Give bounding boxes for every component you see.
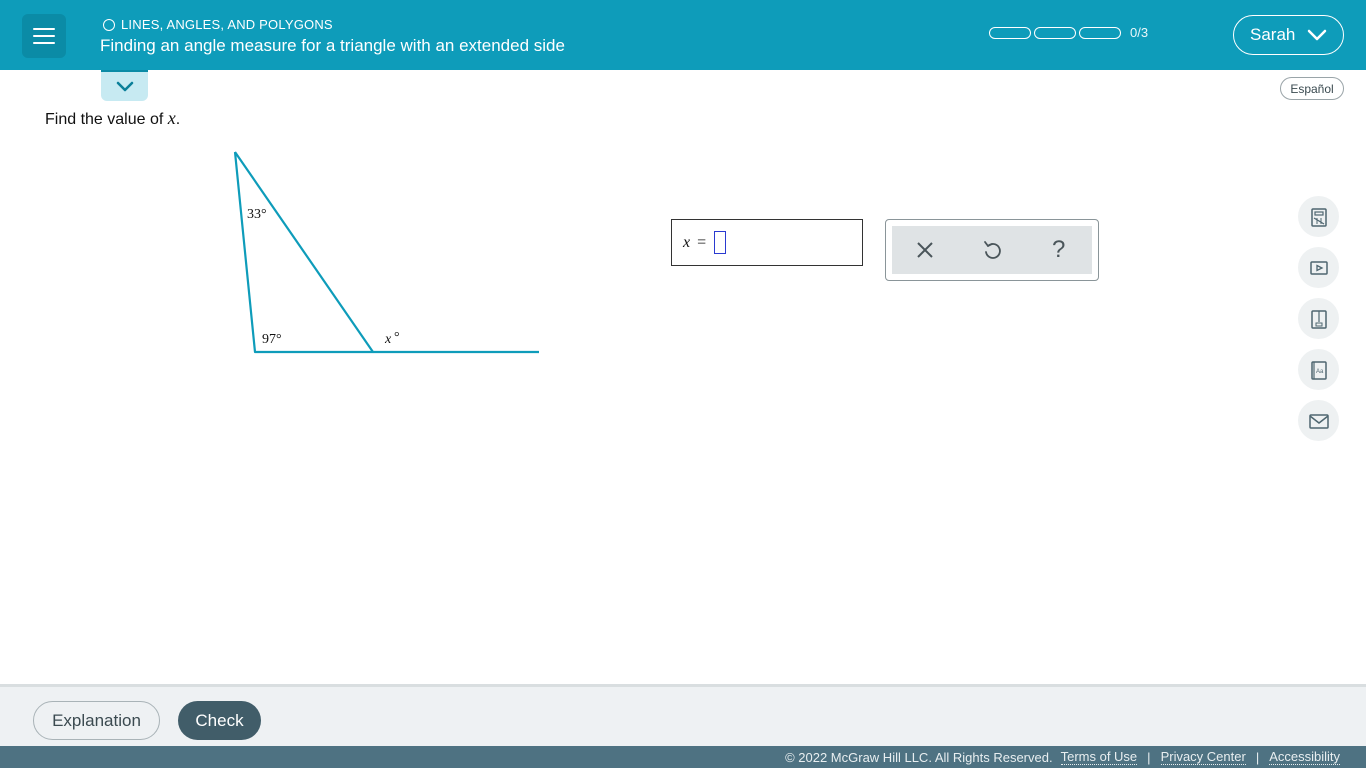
progress-segment	[989, 26, 1031, 39]
angle-label-exterior-deg: °	[394, 330, 400, 345]
topic-progress-icon	[103, 18, 115, 31]
menu-icon-line	[33, 35, 55, 37]
answer-equals: =	[697, 233, 707, 251]
textbook-icon	[1310, 309, 1327, 329]
clear-button[interactable]	[907, 232, 943, 268]
footer-separator: |	[1147, 749, 1151, 765]
glossary-button[interactable]: Aa	[1298, 349, 1339, 390]
footer-separator: |	[1255, 749, 1260, 765]
undo-icon	[984, 241, 1001, 259]
page-title: Finding an angle measure for a triangle …	[100, 36, 565, 55]
menu-button[interactable]	[22, 14, 66, 58]
chevron-down-icon	[1308, 29, 1327, 41]
answer-variable: x	[683, 233, 691, 251]
language-toggle-button[interactable]: Español	[1280, 77, 1344, 100]
angle-label-bottom-left: 97°	[262, 332, 282, 347]
menu-icon-line	[33, 28, 55, 30]
explanation-button[interactable]: Explanation	[33, 701, 160, 740]
answer-toolbar: ?	[892, 226, 1092, 274]
triangle-outline	[233, 151, 375, 354]
angle-label-top: 33°	[247, 207, 267, 222]
help-icon: ?	[1051, 236, 1066, 263]
calculator-icon	[1310, 207, 1327, 227]
undo-button[interactable]	[974, 232, 1010, 268]
header: LINES, ANGLES, AND POLYGONS Finding an a…	[0, 0, 1366, 70]
help-button[interactable]: ?	[1041, 232, 1077, 268]
progress-indicator: 0/3	[989, 25, 1148, 40]
app: LINES, ANGLES, AND POLYGONS Finding an a…	[0, 0, 1366, 768]
triangle-diagram: 33° 97° x °	[233, 151, 539, 354]
mail-icon	[1308, 413, 1329, 429]
collapse-header-button[interactable]	[101, 70, 148, 101]
answer-input[interactable]: x =	[671, 219, 863, 266]
accessibility-link[interactable]: Accessibility	[1269, 749, 1340, 765]
problem-prompt: Find the value of x.	[45, 108, 180, 129]
user-name: Sarah	[1250, 25, 1296, 44]
copyright-text: © 2022 McGraw Hill LLC. All Rights Reser…	[785, 749, 1053, 765]
progress-count: 0/3	[1130, 25, 1149, 40]
legal-footer: © 2022 McGraw Hill LLC. All Rights Reser…	[0, 746, 1366, 768]
message-button[interactable]	[1298, 400, 1339, 441]
angle-label-exterior-var: x	[384, 332, 392, 347]
progress-segment	[1079, 26, 1121, 39]
topic-text: LINES, ANGLES, AND POLYGONS	[121, 17, 333, 32]
close-icon	[917, 242, 934, 258]
answer-entry-cursor[interactable]	[714, 231, 727, 254]
prompt-variable: x	[167, 108, 176, 128]
chevron-down-icon	[116, 81, 133, 91]
calculator-button[interactable]	[1298, 196, 1339, 237]
menu-icon-line	[33, 42, 55, 44]
svg-text:Aa: Aa	[1316, 369, 1324, 375]
user-menu-button[interactable]: Sarah	[1233, 15, 1344, 55]
terms-of-use-link[interactable]: Terms of Use	[1060, 749, 1138, 765]
progress-segment	[1034, 26, 1076, 39]
prompt-end: .	[175, 111, 181, 128]
glossary-icon: Aa	[1310, 360, 1327, 380]
textbook-button[interactable]	[1298, 298, 1339, 339]
topic-label: LINES, ANGLES, AND POLYGONS	[103, 17, 333, 32]
answer-tools-panel: ?	[885, 219, 1099, 281]
check-button[interactable]: Check	[178, 701, 261, 740]
video-icon	[1309, 260, 1328, 275]
prompt-text: Find the value of	[45, 111, 168, 128]
privacy-center-link[interactable]: Privacy Center	[1160, 749, 1246, 765]
action-footer: Explanation Check	[0, 684, 1366, 746]
side-toolbar: Aa	[1298, 196, 1339, 441]
video-button[interactable]	[1298, 247, 1339, 288]
